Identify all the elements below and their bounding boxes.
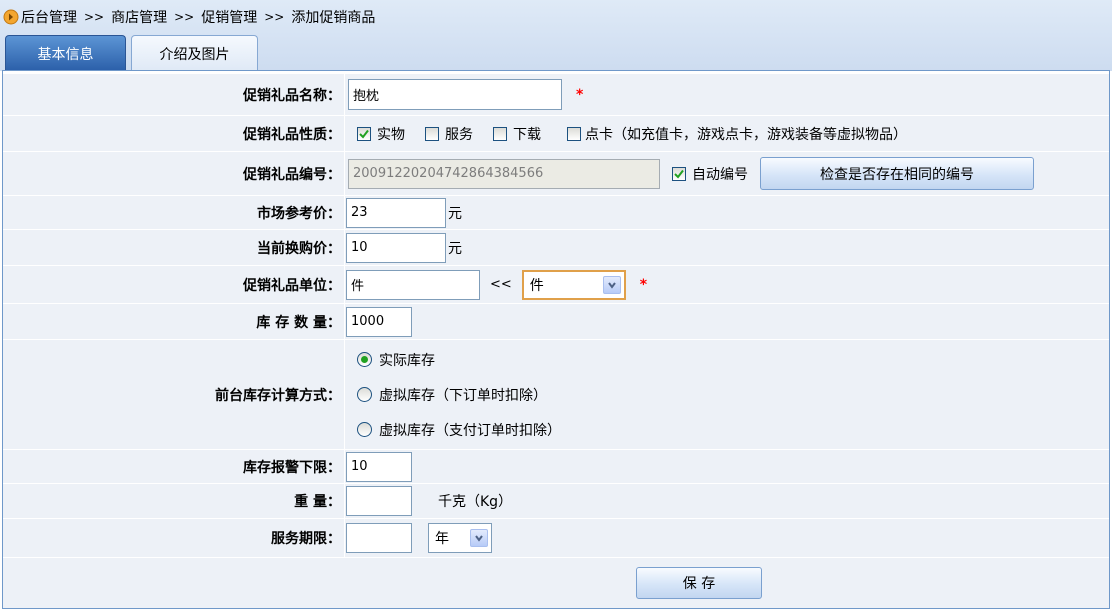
service-period-cell: 年 bbox=[345, 519, 1109, 557]
tab-label: 基本信息 bbox=[37, 46, 94, 63]
exchange-price-label: 当前换购价： bbox=[3, 230, 345, 265]
market-price-input[interactable] bbox=[346, 197, 446, 228]
service-period-unit-select[interactable]: 年 bbox=[428, 523, 492, 553]
row-stock-calc: 前台库存计算方式： 实际库存 虚拟库存（下订单时扣除） 虚拟库存（支付订单时扣除… bbox=[3, 340, 1109, 450]
breadcrumb-item-admin[interactable]: 后台管理 bbox=[21, 7, 77, 27]
checkbox[interactable] bbox=[672, 166, 686, 181]
check-icon bbox=[674, 169, 684, 179]
breadcrumb: 后台管理 >> 商店管理 >> 促销管理 >> 添加促销商品 bbox=[3, 4, 375, 30]
required-mark: * bbox=[639, 276, 648, 293]
row-stock-alert: 库存报警下限： bbox=[3, 450, 1109, 484]
row-weight: 重 量： 千克（Kg） bbox=[3, 484, 1109, 519]
radio-label: 实际库存 bbox=[379, 352, 435, 369]
radio-button[interactable] bbox=[357, 422, 372, 437]
row-gift-code: 促销礼品编号： 自动编号 检查是否存在相同的编号 bbox=[3, 152, 1109, 196]
check-icon bbox=[359, 129, 369, 139]
header-bar: 后台管理 >> 商店管理 >> 促销管理 >> 添加促销商品 基本信息 介绍及图… bbox=[0, 0, 1112, 71]
select-value: 年 bbox=[435, 531, 449, 547]
arrow-right-circle-icon bbox=[3, 9, 19, 25]
row-actions: 保 存 bbox=[3, 558, 1109, 608]
checkbox-label: 服务 bbox=[445, 126, 473, 143]
chevron-down-icon[interactable] bbox=[470, 529, 488, 547]
market-price-label: 市场参考价： bbox=[3, 196, 345, 229]
stock-qty-input[interactable] bbox=[346, 306, 412, 337]
checkbox[interactable] bbox=[493, 126, 507, 141]
row-service-period: 服务期限： 年 bbox=[3, 519, 1109, 558]
gift-code-input bbox=[348, 158, 660, 189]
row-gift-unit: 促销礼品单位： << 件 * bbox=[3, 266, 1109, 304]
gift-nature-cell: 实物 服务 下载 点卡（如充值卡，游戏点卡，游戏装备等虚拟物品） bbox=[345, 116, 1109, 151]
gift-code-cell: 自动编号 检查是否存在相同的编号 bbox=[345, 152, 1109, 195]
breadcrumb-item-shop[interactable]: 商店管理 bbox=[111, 7, 167, 27]
radio-button[interactable] bbox=[357, 352, 372, 367]
select-value: 件 bbox=[529, 277, 544, 294]
weight-input[interactable] bbox=[346, 486, 412, 516]
gift-code-label: 促销礼品编号： bbox=[3, 152, 345, 195]
stock-alert-label: 库存报警下限： bbox=[3, 450, 345, 483]
checkbox[interactable] bbox=[357, 126, 371, 141]
exchange-price-input[interactable] bbox=[346, 232, 446, 263]
gift-name-cell: * bbox=[345, 74, 1109, 115]
chevron-down-icon[interactable] bbox=[602, 275, 621, 294]
exchange-price-cell: 元 bbox=[345, 230, 1109, 265]
checkbox-label: 下载 bbox=[513, 126, 541, 143]
currency-unit: 元 bbox=[448, 240, 462, 257]
nature-option-download[interactable]: 下载 bbox=[493, 124, 541, 144]
breadcrumb-item-promotion[interactable]: 促销管理 bbox=[201, 7, 257, 27]
currency-unit: 元 bbox=[448, 205, 462, 222]
stock-qty-cell bbox=[345, 304, 1109, 339]
market-price-cell: 元 bbox=[345, 196, 1109, 229]
gift-name-label: 促销礼品名称： bbox=[3, 74, 345, 115]
required-mark: * bbox=[576, 86, 584, 103]
nature-option-service[interactable]: 服务 bbox=[425, 124, 473, 144]
auto-code-option[interactable]: 自动编号 bbox=[672, 164, 748, 184]
stock-calc-option-actual[interactable]: 实际库存 bbox=[357, 342, 435, 377]
gift-nature-label: 促销礼品性质： bbox=[3, 116, 345, 151]
service-period-input[interactable] bbox=[346, 523, 412, 553]
nature-option-physical[interactable]: 实物 bbox=[357, 124, 405, 144]
row-gift-name: 促销礼品名称： * bbox=[3, 74, 1109, 116]
gift-name-input[interactable] bbox=[348, 79, 562, 110]
radio-button[interactable] bbox=[357, 387, 372, 402]
stock-calc-option-on-order[interactable]: 虚拟库存（下订单时扣除） bbox=[357, 377, 547, 412]
breadcrumb-separator: >> bbox=[174, 10, 195, 24]
row-stock-qty: 库 存 数 量： bbox=[3, 304, 1109, 340]
breadcrumb-separator: >> bbox=[84, 10, 105, 24]
save-button[interactable]: 保 存 bbox=[636, 567, 762, 599]
row-exchange-price: 当前换购价： 元 bbox=[3, 230, 1109, 266]
weight-label: 重 量： bbox=[3, 484, 345, 518]
checkbox-label: 点卡（如充值卡，游戏点卡，游戏装备等虚拟物品） bbox=[585, 126, 907, 143]
nature-option-card[interactable]: 点卡（如充值卡，游戏点卡，游戏装备等虚拟物品） bbox=[567, 124, 907, 144]
stock-qty-label: 库 存 数 量： bbox=[3, 304, 345, 339]
tab-label: 介绍及图片 bbox=[159, 46, 230, 63]
stock-alert-cell bbox=[345, 450, 1109, 483]
weight-unit: 千克（Kg） bbox=[438, 494, 513, 510]
checkbox-label: 自动编号 bbox=[692, 166, 748, 183]
stock-calc-option-on-payment[interactable]: 虚拟库存（支付订单时扣除） bbox=[357, 412, 561, 447]
stock-calc-label: 前台库存计算方式： bbox=[3, 340, 345, 449]
promo-gift-form: 促销礼品名称： * 促销礼品性质： 实物 服务 bbox=[2, 70, 1110, 609]
stock-calc-cell: 实际库存 虚拟库存（下订单时扣除） 虚拟库存（支付订单时扣除） bbox=[345, 340, 1109, 449]
radio-label: 虚拟库存（下订单时扣除） bbox=[379, 387, 547, 404]
check-duplicate-code-button[interactable]: 检查是否存在相同的编号 bbox=[760, 157, 1034, 190]
gift-unit-cell: << 件 * bbox=[345, 266, 1109, 303]
checkbox[interactable] bbox=[567, 126, 581, 141]
stock-alert-input[interactable] bbox=[346, 451, 412, 482]
row-gift-nature: 促销礼品性质： 实物 服务 下载 点卡（如充值卡，游戏点卡，游戏装备等虚拟物品） bbox=[3, 116, 1109, 152]
gift-unit-label: 促销礼品单位： bbox=[3, 266, 345, 303]
breadcrumb-separator: >> bbox=[264, 10, 285, 24]
gift-unit-select[interactable]: 件 bbox=[521, 269, 626, 300]
service-period-label: 服务期限： bbox=[3, 519, 345, 557]
row-market-price: 市场参考价： 元 bbox=[3, 196, 1109, 230]
weight-cell: 千克（Kg） bbox=[345, 484, 1109, 518]
radio-dot bbox=[361, 356, 368, 363]
breadcrumb-item-current: 添加促销商品 bbox=[291, 10, 376, 26]
tab-intro-images[interactable]: 介绍及图片 bbox=[131, 35, 258, 71]
checkbox-label: 实物 bbox=[377, 126, 405, 143]
gift-unit-input[interactable] bbox=[346, 269, 480, 300]
checkbox[interactable] bbox=[425, 126, 439, 141]
radio-label: 虚拟库存（支付订单时扣除） bbox=[379, 422, 561, 439]
copy-arrow: << bbox=[490, 277, 512, 292]
tab-basic-info[interactable]: 基本信息 bbox=[5, 35, 126, 71]
